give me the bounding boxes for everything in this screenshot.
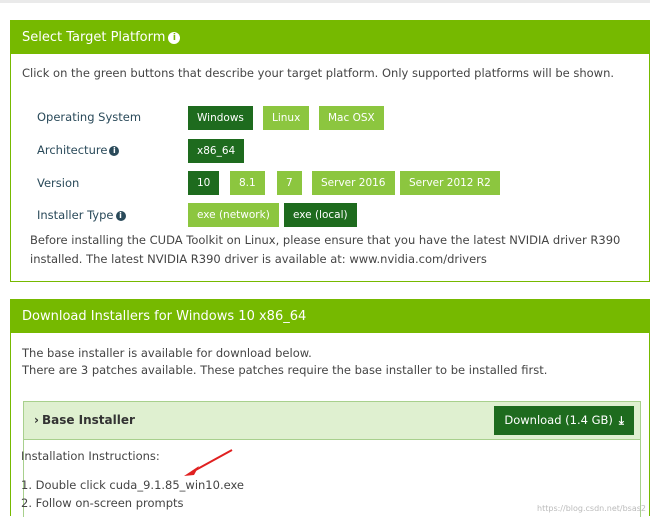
panel-header: Download Installers for Windows 10 x86_6…	[11, 300, 649, 333]
option-exe-network[interactable]: exe (network)	[188, 203, 279, 227]
instruction-step-2: 2. Follow on-screen prompts	[21, 496, 184, 510]
driver-note: Before installing the CUDA Toolkit on Li…	[30, 231, 630, 269]
base-installer-header[interactable]: › Base Installer Download (1.4 GB) ⤓	[24, 402, 640, 440]
download-description: The base installer is available for down…	[22, 345, 547, 379]
option-windows[interactable]: Windows	[188, 106, 253, 130]
row-label-os: Operating System	[37, 110, 142, 124]
platform-lead-text: Click on the green buttons that describe…	[22, 66, 615, 80]
option-linux[interactable]: Linux	[263, 106, 310, 130]
panel-title: Download Installers for Windows 10 x86_6…	[22, 309, 307, 324]
option-server-2012-r2[interactable]: Server 2012 R2	[400, 171, 500, 195]
option-x86-64[interactable]: x86_64	[188, 139, 245, 163]
row-label-installer-type: Installer Type i	[37, 208, 126, 222]
option-version-10[interactable]: 10	[188, 171, 220, 195]
download-button-label: Download (1.4 GB)	[504, 413, 613, 427]
watermark: https://blog.csdn.net/bsas2	[537, 504, 646, 513]
option-version-7[interactable]: 7	[277, 171, 302, 195]
architecture-label-text: Architecture	[37, 143, 108, 157]
top-divider	[0, 0, 650, 3]
option-exe-local[interactable]: exe (local)	[284, 203, 357, 227]
option-version-8-1[interactable]: 8.1	[230, 171, 265, 195]
download-icon: ⤓	[618, 413, 624, 427]
row-label-architecture: Architecture i	[37, 143, 120, 157]
chevron-right-icon: ›	[34, 413, 39, 427]
download-line2: There are 3 patches available. These pat…	[22, 363, 548, 377]
base-installer-title: › Base Installer	[34, 413, 135, 427]
panel-header: Select Target Platform i	[11, 21, 649, 54]
info-icon[interactable]: i	[109, 146, 120, 156]
installer-type-label-text: Installer Type	[37, 208, 114, 222]
download-line1: The base installer is available for down…	[22, 346, 312, 360]
driver-note-line1: Before installing the CUDA Toolkit on Li…	[30, 233, 621, 247]
driver-note-line2: installed. The latest NVIDIA R390 driver…	[30, 252, 487, 266]
select-target-platform-panel: Select Target Platform i Click on the gre…	[10, 20, 650, 282]
row-label-version: Version	[37, 176, 80, 190]
red-arrow-annotation	[184, 449, 233, 476]
base-installer-label: Base Installer	[41, 413, 135, 427]
instruction-step-1: 1. Double click cuda_9.1.85_win10.exe	[21, 478, 244, 492]
option-server-2016[interactable]: Server 2016	[312, 171, 395, 195]
installation-instructions-title: Installation Instructions:	[21, 449, 160, 463]
download-button[interactable]: Download (1.4 GB) ⤓	[494, 406, 634, 435]
info-icon[interactable]: i	[168, 32, 181, 44]
option-mac-osx[interactable]: Mac OSX	[319, 106, 384, 130]
panel-title: Select Target Platform	[22, 30, 166, 45]
info-icon[interactable]: i	[115, 211, 126, 221]
